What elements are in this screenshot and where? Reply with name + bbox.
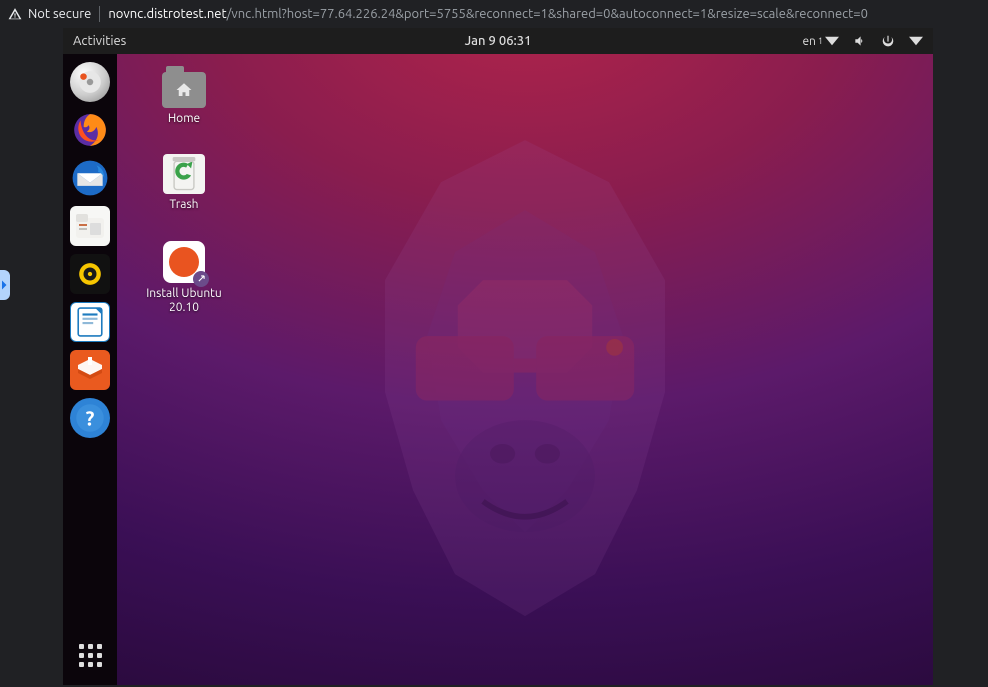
power-icon [881, 34, 895, 48]
browser-address-bar: Not secure novnc.distrotest.net/vnc.html… [0, 0, 988, 28]
warning-icon [8, 7, 22, 21]
rhythmbox-icon[interactable] [70, 254, 110, 294]
chevron-right-icon [2, 280, 8, 290]
not-secure-indicator[interactable]: Not secure [8, 7, 91, 21]
system-status-area[interactable]: en1 [802, 34, 923, 48]
desktop-wallpaper[interactable]: Home Trash Install Ubuntu 20.10 [117, 54, 933, 685]
help-icon[interactable]: ? [70, 398, 110, 438]
desktop-icons: Home Trash Install Ubuntu 20.10 [135, 72, 233, 316]
ubiquity-installer-icon [163, 241, 205, 283]
gnome-topbar: Activities Jan 9 06:31 en1 [63, 28, 933, 54]
desktop-icon-label: Home [168, 112, 200, 126]
url-path: /vnc.html?host=77.64.226.24&port=5755&re… [227, 7, 868, 21]
desktop-icon-label: Install Ubuntu 20.10 [135, 287, 233, 316]
desktop-icon-label: Trash [169, 198, 198, 212]
url-host: novnc.distrotest.net [108, 7, 226, 21]
ubuntu-software-icon[interactable] [70, 350, 110, 390]
files-icon[interactable] [70, 206, 110, 246]
novnc-control-tab[interactable] [0, 270, 10, 300]
wallpaper-gorilla-art [315, 126, 735, 634]
volume-icon [853, 34, 867, 48]
trash-icon [163, 154, 205, 194]
url-display[interactable]: novnc.distrotest.net/vnc.html?host=77.64… [108, 7, 868, 21]
chevron-down-icon [909, 34, 923, 48]
firefox-icon[interactable] [70, 110, 110, 150]
activities-button[interactable]: Activities [73, 34, 126, 48]
shortcut-arrow-icon [193, 271, 209, 287]
folder-home-icon [162, 72, 206, 108]
thunderbird-icon[interactable] [70, 158, 110, 198]
desktop-icon-home[interactable]: Home [135, 72, 233, 126]
input-source-indicator[interactable]: en1 [802, 34, 839, 48]
not-secure-label: Not secure [28, 7, 91, 21]
desktop-icon-install-ubuntu[interactable]: Install Ubuntu 20.10 [135, 241, 233, 316]
libreoffice-writer-icon[interactable] [70, 302, 110, 342]
address-separator [99, 6, 100, 22]
ubuntu-dock: ? [63, 54, 117, 685]
vnc-session-frame: Activities Jan 9 06:31 en1 [63, 28, 933, 685]
desktop-icon-trash[interactable]: Trash [135, 154, 233, 212]
show-applications-icon[interactable] [70, 635, 110, 675]
svg-text:?: ? [86, 407, 95, 430]
chevron-down-icon [825, 34, 839, 48]
clock[interactable]: Jan 9 06:31 [465, 34, 532, 48]
ubiquity-disc-icon[interactable] [70, 62, 110, 102]
